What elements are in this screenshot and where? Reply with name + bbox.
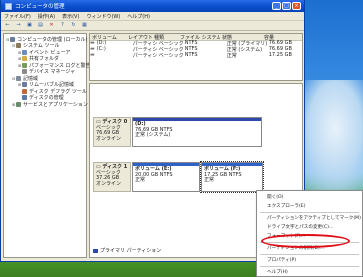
title-bar[interactable]: コンピュータの管理 _ □ × [1, 0, 304, 12]
context-menu-item[interactable]: エクスプローラ(E) [257, 202, 362, 211]
disk-0-row: ▭ ディスク 0 ベーシック 76.69 GB オンライン (D:) 76.69… [93, 117, 263, 147]
legend-label: プライマリ パーティション [100, 248, 162, 254]
view-icon[interactable]: ▦ [81, 22, 88, 29]
table-row[interactable]: ▬ パーティションベーシックNTFS 正常 17.25 GB [90, 52, 302, 59]
context-menu-item[interactable]: ドライブ文字とパスの変更(C)... [257, 223, 362, 232]
disk-status: オンライン [96, 180, 122, 187]
menu-bar: ファイル(F) 操作(A) 表示(V) ウィンドウ(W) ヘルプ(H) [1, 12, 304, 21]
delete-icon[interactable]: ✕ [48, 22, 55, 29]
minimize-button[interactable]: _ [272, 2, 281, 10]
col-volume[interactable]: ボリューム [90, 34, 126, 40]
shared-folder-icon [22, 56, 27, 62]
device-manager-icon [22, 69, 27, 75]
context-menu-item[interactable]: ヘルプ(H) [257, 268, 362, 277]
menu-action[interactable]: 操作(A) [38, 13, 55, 20]
close-button[interactable]: × [292, 2, 301, 10]
disk-0-info[interactable]: ▭ ディスク 0 ベーシック 76.69 GB オンライン [93, 117, 131, 147]
context-menu-item[interactable]: プロパティ(P) [257, 256, 362, 265]
highlight-annotation [261, 234, 350, 248]
partition-bar [133, 118, 261, 121]
defrag-icon [22, 88, 27, 94]
refresh-icon[interactable]: ↻ [70, 22, 77, 29]
table-cell: ベーシック [158, 52, 183, 59]
volume-list: ボリューム レイアウト 種類 ファイル システム 状態 容量 ▬ (D:) パーテ… [89, 33, 303, 81]
help-icon[interactable]: ? [59, 22, 66, 29]
col-type[interactable]: 種類 [152, 34, 178, 40]
disk-management-icon [22, 95, 27, 101]
console-tree: ⊟ コンピュータの管理 (ローカル) ⊟ システム ツール ⊞ イベント ビューア ⊞ 共有フ… [3, 33, 91, 258]
menu-separator [260, 266, 359, 267]
event-viewer-icon [22, 49, 27, 55]
partition-e[interactable]: ボリューム (E:) 20.00 GB NTFS 正常 [132, 162, 200, 192]
computer-icon [10, 36, 15, 42]
col-layout[interactable]: レイアウト [126, 34, 152, 40]
menu-separator [260, 212, 359, 213]
tools-icon [16, 43, 21, 49]
partition-f[interactable]: ボリューム (F:) 17.25 GB NTFS 正常 [200, 161, 264, 193]
partition-status: 正常 [135, 177, 146, 183]
properties-icon[interactable]: ▤ [37, 22, 44, 29]
partition-status: 正常 [204, 177, 215, 183]
removable-storage-icon [22, 82, 27, 88]
menu-view[interactable]: 表示(V) [62, 13, 79, 20]
context-menu-item[interactable]: パーティションをアクティブとしてマーク(M) [257, 214, 362, 223]
table-cell: NTFS [184, 52, 198, 58]
menu-file[interactable]: ファイル(F) [4, 13, 31, 20]
up-icon[interactable]: ▣ [26, 22, 33, 29]
toolbar: ← → ▣ ▤ ✕ ? ↻ ▦ [1, 21, 304, 31]
forward-icon[interactable]: → [15, 22, 22, 29]
window-title: コンピュータの管理 [15, 4, 65, 10]
app-icon [5, 2, 12, 10]
services-icon [16, 101, 21, 107]
table-cell: 正常 [226, 52, 237, 59]
maximize-button[interactable]: □ [282, 2, 291, 10]
tree-item-label: サービスとアプリケーション [23, 101, 88, 108]
back-icon[interactable]: ← [4, 22, 11, 29]
menu-help[interactable]: ヘルプ(H) [127, 13, 150, 20]
disk-1-info[interactable]: ▭ ディスク 1 ベーシック 37.26 GB オンライン [93, 162, 131, 192]
menu-window[interactable]: ウィンドウ(W) [86, 13, 120, 20]
storage-icon [16, 75, 21, 81]
table-cell: パーティション [132, 52, 157, 59]
partition-bar [133, 163, 199, 166]
col-filesystem[interactable]: ファイル システム [178, 34, 220, 40]
performance-icon [22, 62, 27, 68]
context-menu-item[interactable]: 開く(O) [257, 193, 362, 202]
legend: プライマリ パーティション [93, 247, 161, 254]
partition-bar [202, 163, 262, 166]
col-status[interactable]: 状態 [220, 34, 262, 40]
table-cell: 17.25 GB [268, 52, 292, 58]
disk-status: オンライン [96, 135, 122, 142]
table-cell: (C:) [96, 46, 106, 53]
volume-icon: ▬ [90, 52, 95, 58]
menu-separator [260, 254, 359, 255]
disk-1-row: ▭ ディスク 1 ベーシック 37.26 GB オンライン ボリューム (E:)… [93, 161, 264, 193]
legend-swatch [93, 248, 98, 253]
tree-item[interactable]: ⊞ サービスとアプリケーション [6, 101, 88, 108]
partition-d[interactable]: (D:) 76.69 GB NTFS 正常 (システム) [132, 117, 262, 147]
col-capacity[interactable]: 容量 [262, 34, 302, 40]
partition-status: 正常 (システム) [135, 132, 171, 138]
